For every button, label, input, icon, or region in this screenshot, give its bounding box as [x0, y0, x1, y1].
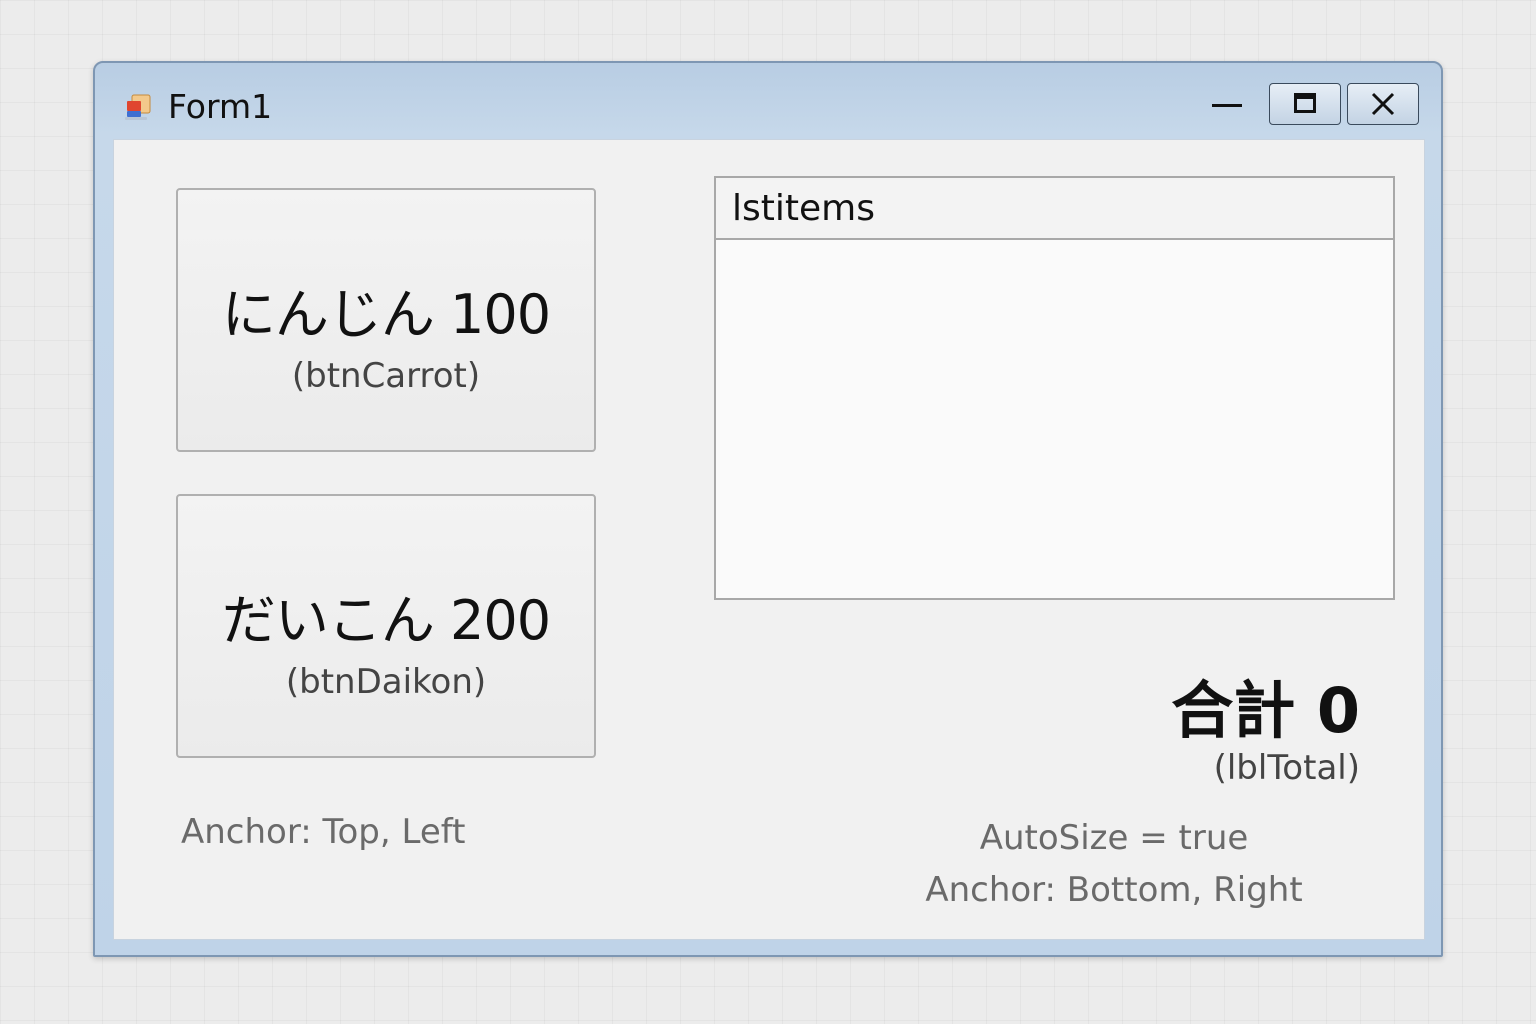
- maximize-icon: [1294, 93, 1316, 113]
- carrot-button[interactable]: にんじん 100 (btnCarrot): [176, 188, 596, 452]
- items-listbox[interactable]: lstitems: [714, 176, 1395, 600]
- listbox-header: lstitems: [716, 178, 1393, 240]
- total-label: 合計 0: [1171, 674, 1360, 747]
- form-app-icon: [125, 94, 151, 120]
- daikon-button-control-name: (btnDaikon): [285, 662, 487, 702]
- anchor-note-right: Anchor: Bottom, Right: [925, 870, 1303, 910]
- maximize-button[interactable]: [1269, 83, 1341, 125]
- title-bar[interactable]: Form1: [95, 63, 1441, 139]
- form-client-area: にんじん 100 (btnCarrot) だいこん 200 (btnDaikon…: [113, 139, 1425, 940]
- total-label-control-name: (lblTotal): [1213, 748, 1360, 788]
- daikon-button[interactable]: だいこん 200 (btnDaikon): [176, 494, 596, 758]
- daikon-button-label: だいこん 200: [221, 589, 551, 652]
- autosize-anchor-note: AutoSize = true Anchor: Bottom, Right: [914, 812, 1314, 916]
- window-title: Form1: [168, 87, 273, 126]
- close-icon: [1371, 92, 1395, 116]
- carrot-button-control-name: (btnCarrot): [291, 356, 481, 396]
- carrot-button-label: にんじん 100: [221, 283, 551, 346]
- autosize-note: AutoSize = true: [979, 818, 1249, 858]
- listbox-header-label: lstitems: [732, 188, 875, 229]
- listbox-items-area[interactable]: [716, 240, 1393, 598]
- minimize-icon: [1212, 104, 1242, 107]
- form-window: Form1 にんじん 100 (btnCarrot) だいこん 200 (btn…: [93, 61, 1443, 957]
- close-button[interactable]: [1347, 83, 1419, 125]
- minimize-button[interactable]: [1203, 85, 1251, 125]
- anchor-note-left: Anchor: Top, Left: [181, 812, 466, 852]
